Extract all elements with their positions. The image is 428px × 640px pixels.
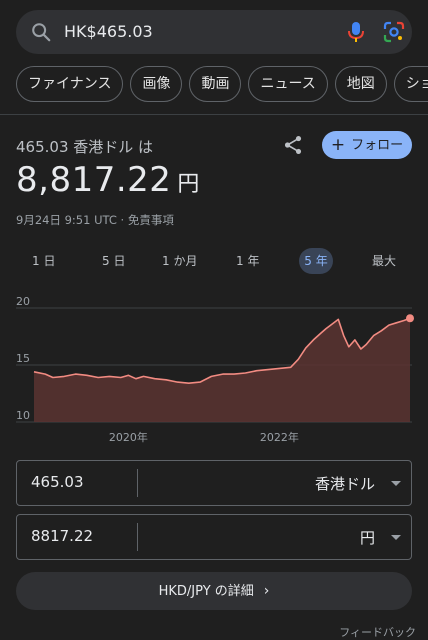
chip-videos[interactable]: 動画 [189,66,242,102]
y-tick-label: 15 [16,352,30,365]
filter-chips: ファイナンス 画像 動画 ニュース 地図 ショ [16,66,428,102]
y-tick-label: 10 [16,409,30,422]
series-area [34,318,410,422]
from-amount-input[interactable]: 465.03 [31,473,84,491]
converted-amount: 8,817.22 [16,160,172,200]
range-5d[interactable]: 5 日 [102,248,125,274]
time-range-selector: 1 日 5 日 1 か月 1 年 5 年 最大 [16,248,412,274]
share-icon[interactable] [282,134,304,156]
conversion-label: 465.03 香港ドル は [16,138,154,156]
chip-finance[interactable]: ファイナンス [16,66,124,102]
range-1y[interactable]: 1 年 [236,248,259,274]
latest-point [406,314,414,323]
rate-chart[interactable]: 20 15 10 2020年 2022年 [0,290,428,450]
converted-unit: 円 [177,172,200,197]
y-tick-label: 20 [16,295,30,308]
field-separator [137,523,138,551]
to-currency-row: 8817.22 円 [16,514,412,560]
from-currency-row: 465.03 香港ドル [16,460,412,506]
x-tick-label: 2020年 [109,430,148,444]
search-query[interactable]: HK$465.03 [64,21,153,43]
chevron-right-icon: › [263,583,270,599]
chip-images[interactable]: 画像 [130,66,183,102]
microphone-icon[interactable] [346,20,366,44]
plus-icon: + [330,135,346,155]
search-bar[interactable]: HK$465.03 [16,10,412,54]
to-currency-select[interactable]: 円 [360,527,375,548]
range-1d[interactable]: 1 日 [32,248,55,274]
follow-label: フォロー [351,138,404,153]
google-lens-icon[interactable] [382,20,406,44]
x-tick-label: 2022年 [260,430,299,444]
details-button[interactable]: HKD/JPY の詳細 › [16,572,412,610]
timestamp-disclaimer: 9月24日 9:51 UTC · 免責事項 [16,213,174,227]
details-label: HKD/JPY の詳細 [158,584,254,599]
feedback-link[interactable]: フィードバック [339,624,416,640]
range-5y[interactable]: 5 年 [299,248,333,274]
chip-shopping[interactable]: ショ [393,66,428,102]
dropdown-arrow-icon[interactable] [391,535,401,540]
field-separator [137,469,138,497]
search-icon [32,23,51,42]
divider [0,114,428,115]
follow-button[interactable]: + フォロー [322,131,412,159]
to-amount-input[interactable]: 8817.22 [31,527,93,545]
chip-news[interactable]: ニュース [248,66,328,102]
range-max[interactable]: 最大 [372,248,396,274]
range-1m[interactable]: 1 か月 [162,248,197,274]
converted-value: 8,817.22 円 [16,160,200,200]
chip-maps[interactable]: 地図 [334,66,387,102]
from-currency-select[interactable]: 香港ドル [315,473,375,494]
dropdown-arrow-icon[interactable] [391,481,401,486]
